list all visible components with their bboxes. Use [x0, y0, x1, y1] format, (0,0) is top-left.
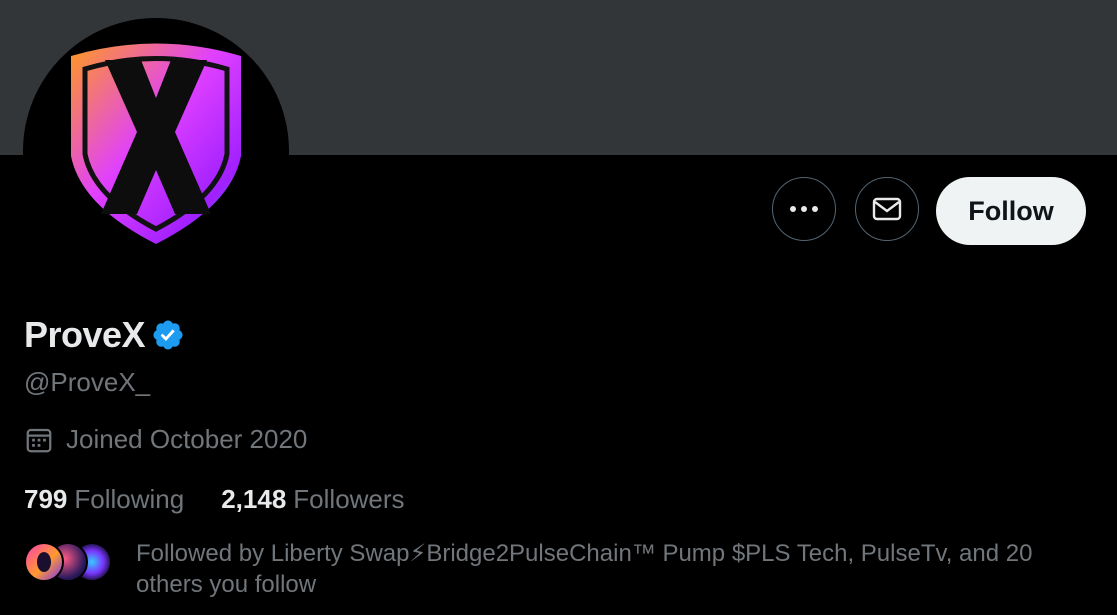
followers-label: Followers	[293, 484, 405, 514]
follow-button[interactable]: Follow	[936, 177, 1086, 245]
following-count: 799	[24, 484, 68, 514]
display-name: ProveX	[24, 314, 146, 355]
avatar	[24, 542, 64, 582]
joined-date-row: Joined October 2020	[24, 424, 307, 455]
followers-you-know[interactable]: Followed by Liberty Swap⚡Bridge2PulseCha…	[24, 538, 1096, 600]
verified-badge-icon[interactable]	[151, 318, 185, 352]
followed-by-text: Followed by Liberty Swap⚡Bridge2PulseCha…	[136, 540, 1033, 598]
profile-handle: @ProveX_	[24, 367, 151, 397]
more-icon	[790, 206, 818, 212]
joined-date-text: Joined October 2020	[66, 424, 308, 454]
profile-name-row: ProveX	[24, 314, 185, 356]
provex-shield-logo	[71, 43, 241, 244]
following-link[interactable]: 799 Following	[24, 484, 184, 515]
message-button[interactable]	[855, 177, 919, 241]
following-label: Following	[74, 484, 185, 514]
followers-count: 2,148	[221, 484, 287, 514]
mutual-avatars	[24, 538, 114, 586]
followers-link[interactable]: 2,148 Followers	[221, 484, 404, 515]
profile-avatar[interactable]	[23, 18, 289, 284]
follow-stats: 799 Following 2,148 Followers	[24, 484, 405, 515]
envelope-icon	[872, 197, 902, 221]
more-options-button[interactable]	[772, 177, 836, 241]
calendar-icon	[26, 428, 52, 452]
